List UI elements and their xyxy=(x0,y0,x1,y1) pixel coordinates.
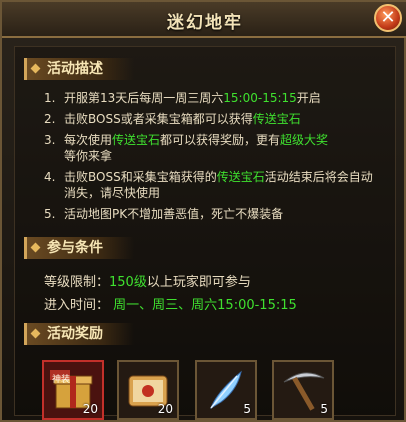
item-number: 5. xyxy=(44,207,56,221)
reward-count: 20 xyxy=(82,402,98,416)
item-number: 1. xyxy=(44,91,56,105)
reward-slot-feather[interactable]: 5 xyxy=(195,360,257,420)
item-number: 4. xyxy=(44,170,56,184)
reward-slot-pickaxe[interactable]: 5 xyxy=(272,360,334,420)
level-requirement: 等级限制：150级以上玩家即可参与 xyxy=(44,275,251,290)
close-button[interactable]: ✕ xyxy=(374,4,402,32)
close-icon: ✕ xyxy=(380,7,396,28)
item-text: 每次使用传送宝石都可以获得奖励，更有超级大奖 等你来拿 xyxy=(64,133,329,163)
reward-count: 5 xyxy=(243,402,251,416)
section-participation-conditions: 参与条件 xyxy=(24,237,134,259)
reward-count: 20 xyxy=(157,402,173,416)
dungeon-event-window: 迷幻地牢 ✕ 活动描述 1. 开服第13天后每周一周三周六15:00-15:15… xyxy=(0,0,406,422)
item-text: 开服第13天后每周一周三周六15:00-15:15开启 xyxy=(64,91,321,105)
reward-slot-gift-box[interactable]: 神装 20 xyxy=(42,360,104,420)
title-bar: 迷幻地牢 ✕ xyxy=(2,2,406,38)
item-text: 击败BOSS和采集宝箱获得的传送宝石活动结束后将会自动消失，请尽快使用 xyxy=(64,170,373,200)
section-activity-description: 活动描述 xyxy=(24,58,134,80)
reward-slot-scroll[interactable]: 20 xyxy=(117,360,179,420)
item-text: 击败BOSS或者采集宝箱都可以获得传送宝石 xyxy=(64,112,301,126)
reward-count: 5 xyxy=(320,402,328,416)
reward-badge: 神装 xyxy=(52,375,71,385)
entry-time: 进入时间： 周一、周三、周六15:00-15:15 xyxy=(44,298,297,313)
item-text: 活动地图PK不增加善恶值，死亡不爆装备 xyxy=(64,207,284,221)
section-activity-rewards: 活动奖励 xyxy=(24,323,134,345)
item-number: 2. xyxy=(44,112,56,126)
window-title: 迷幻地牢 xyxy=(167,13,243,33)
item-number: 3. xyxy=(44,133,56,147)
